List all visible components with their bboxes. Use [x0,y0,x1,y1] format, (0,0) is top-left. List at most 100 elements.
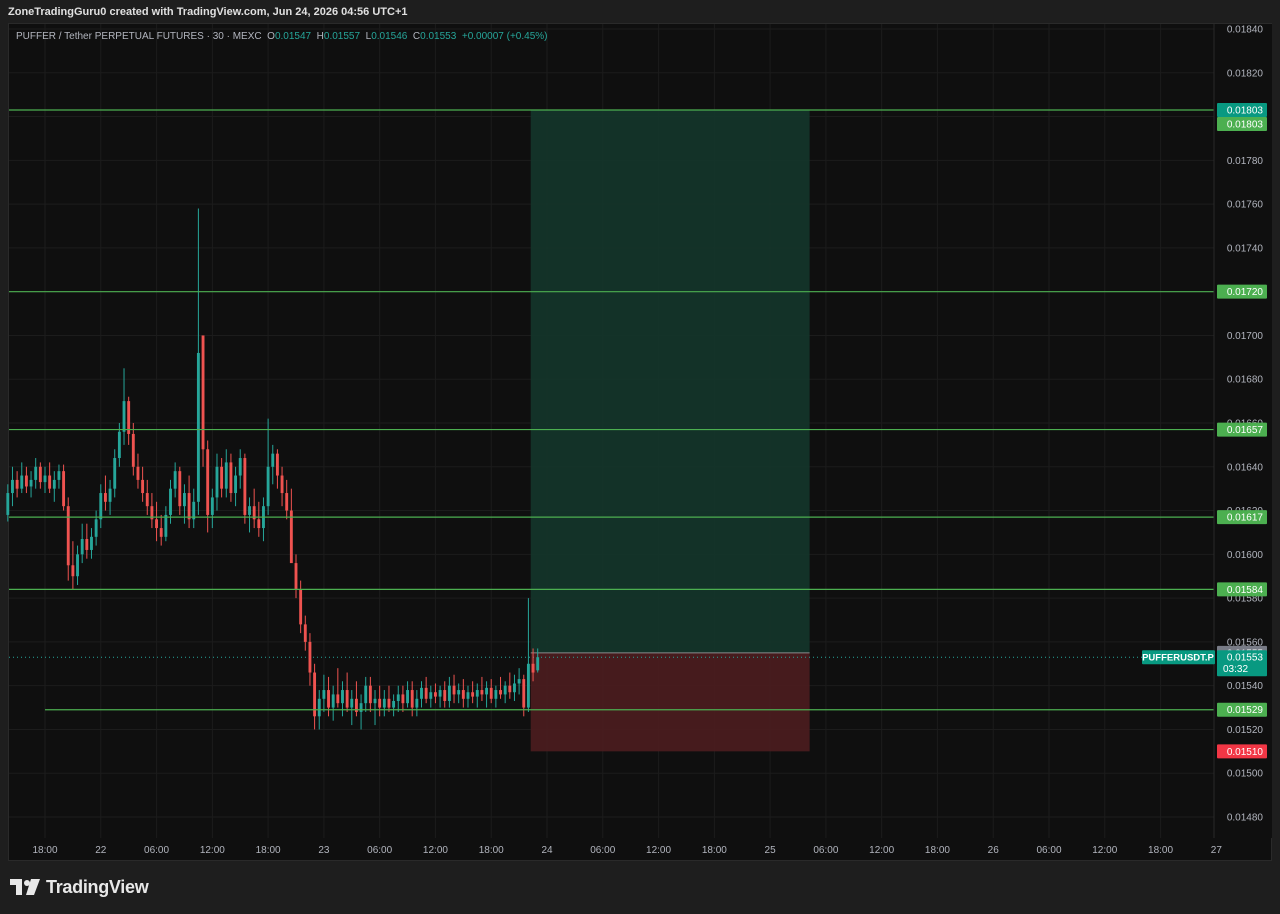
candle-body [6,493,10,515]
candle-body [327,690,330,708]
candle-body [136,466,140,480]
candle-body [531,663,535,673]
candle-body [15,479,19,489]
x-tick-label: 06:00 [813,845,838,856]
legend-high-value: 0.01557 [323,31,361,42]
x-tick-label: 23 [318,845,330,856]
candle-body [71,565,75,577]
candle-body [378,698,382,708]
candle-body [178,471,182,507]
candle-body [503,685,507,695]
candle-body [215,466,219,498]
x-tick-label: 18:00 [256,845,281,856]
legend-low-value: 0.01546 [371,31,408,42]
take-profit-zone [530,109,810,653]
candle-body [113,458,117,489]
candle-body [322,690,326,699]
candle-body [29,479,33,487]
level-price-badge: 0.01584 [1227,585,1264,596]
candle-body [415,698,419,708]
x-tick-label: 18:00 [1148,845,1173,856]
candle-body [526,663,530,708]
x-tick-label: 12:00 [1092,845,1117,856]
candle-body [24,475,28,487]
candle-body [43,475,47,483]
x-tick-label: 26 [988,845,1000,856]
candle-body [224,462,228,489]
legend-title: PUFFER / Tether PERPETUAL FUTURES · 30 ·… [16,31,262,42]
symbol-legend: PUFFER / Tether PERPETUAL FUTURES · 30 ·… [16,31,547,42]
candle-body [499,690,502,695]
candle-body [508,685,512,693]
candle-body [94,519,98,537]
candle-body [392,700,396,708]
candle-body [57,471,61,480]
candle-body [108,488,112,502]
candle-body [229,462,233,494]
candle-body [271,453,275,467]
candle-body [517,679,521,684]
candle-body [410,690,414,708]
candle-body [457,690,461,695]
x-tick-label: 12:00 [200,845,225,856]
candle-body [234,475,238,494]
tradingview-logo-icon [10,879,40,895]
x-tick-label: 06:00 [590,845,615,856]
x-tick-label: 18:00 [925,845,950,856]
candle-body [201,335,205,450]
tradingview-logo[interactable]: TradingView [10,876,149,898]
candle-body [90,536,93,550]
candle-body [52,479,56,489]
candle-body [85,539,89,550]
candle-body [382,698,386,708]
level-price-badge: 0.01657 [1227,425,1264,436]
y-tick-label: 0.01840 [1227,25,1264,36]
candle-body [280,475,284,494]
candle-body [220,466,224,489]
candle-body [299,589,303,625]
x-tick-label: 06:00 [1036,845,1061,856]
candle-body [66,506,70,566]
candle-body [99,493,103,520]
candle-body [364,685,368,704]
candle-body [466,692,470,699]
level-price-badge: 0.01720 [1227,287,1264,298]
candle-body [117,431,121,459]
candle-body [257,519,261,529]
last-price-value: 0.01553 [1227,653,1264,664]
y-tick-label: 0.01540 [1227,681,1264,692]
candle-body [368,685,372,704]
x-tick-label: 24 [541,845,553,856]
legend-open-label: O [267,31,275,42]
candle-body [145,493,149,507]
y-tick-label: 0.01640 [1227,462,1264,473]
x-tick-label: 12:00 [423,845,448,856]
candle-body [434,692,437,697]
candle-body [159,528,163,537]
candle-body [447,685,451,701]
candle-body [169,488,172,515]
candle-body [331,694,335,708]
candle-body [131,433,135,467]
candle-body [183,493,186,507]
x-tick-label: 22 [95,845,107,856]
candle-body [317,698,321,717]
y-tick-label: 0.01700 [1227,331,1264,342]
x-tick-label: 18:00 [32,845,57,856]
candle-body [20,475,24,489]
candle-body [243,458,247,515]
candle-body [475,690,479,697]
level-price-badge: 0.01529 [1227,705,1264,716]
candle-body [387,698,391,708]
candle-body [275,453,279,476]
x-tick-label: 12:00 [869,845,894,856]
candle-body [341,690,344,704]
candle-body [38,466,42,483]
candlestick-chart[interactable]: 0.018400.018200.018000.017800.017600.017… [0,0,1280,914]
candle-body [536,657,540,671]
footer-bar [0,861,1280,914]
y-tick-label: 0.01740 [1227,243,1264,254]
candle-body [303,624,307,642]
candle-body [196,352,200,502]
candle-body [308,641,312,673]
